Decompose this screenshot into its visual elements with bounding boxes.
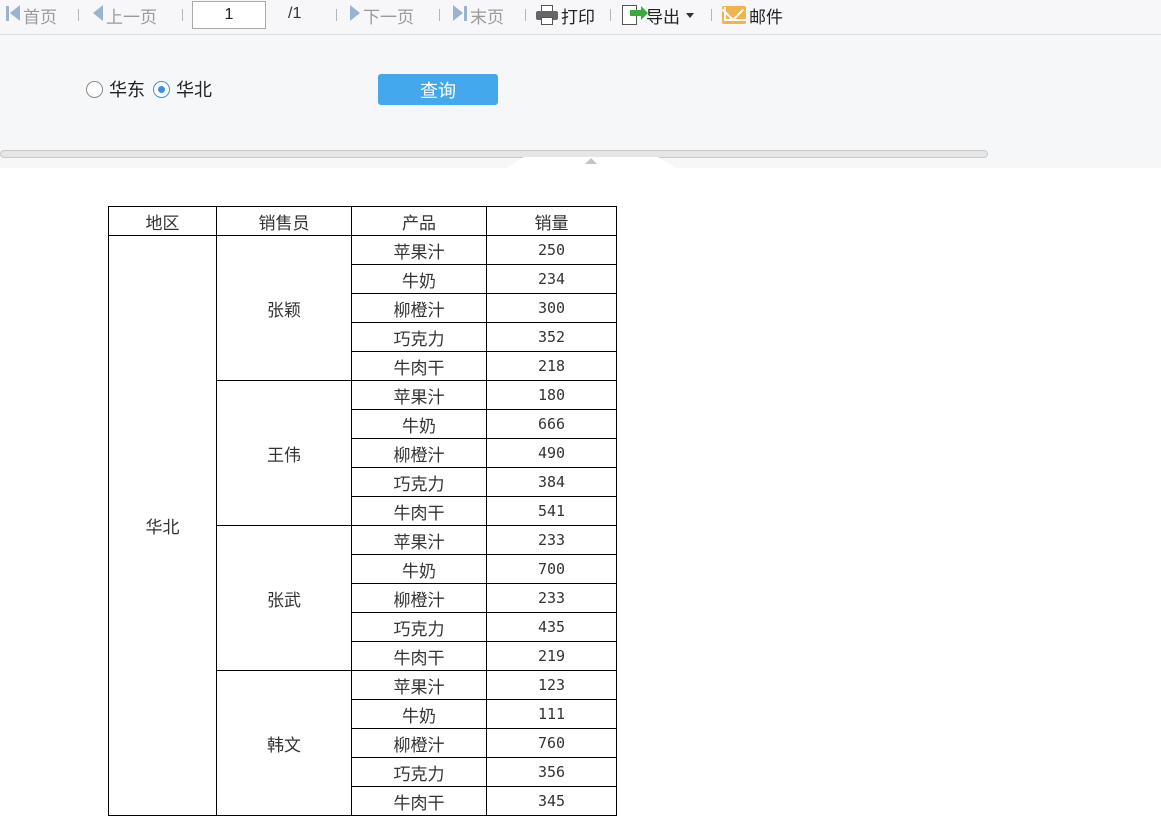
column-header: 产品 [351, 206, 487, 236]
mail-button[interactable]: 邮件 [721, 0, 783, 28]
product-cell: 苹果汁 [351, 380, 487, 410]
quantity-cell: 180 [486, 380, 617, 410]
last-page-label: 末页 [470, 7, 504, 28]
last-page-icon [453, 4, 467, 26]
chevron-down-icon [686, 12, 694, 18]
mail-icon [721, 0, 746, 24]
product-cell: 牛奶 [351, 554, 487, 584]
export-button[interactable]: 导出 [621, 4, 694, 28]
first-page-button[interactable]: 首页 [6, 4, 57, 28]
column-header: 销售员 [216, 206, 352, 236]
table-header-row: 地区 销售员 产品 销量 [108, 206, 617, 236]
quantity-cell: 233 [486, 583, 617, 613]
quantity-cell: 345 [486, 786, 617, 816]
quantity-cell: 250 [486, 235, 617, 265]
sales-report-table: 地区 销售员 产品 销量 华北 张颖 苹果汁 250 牛奶 234 柳橙汁 300 巧克力 352… [108, 206, 617, 816]
region-option-label[interactable]: 华北 [176, 76, 212, 102]
page-total-label: /1 [288, 5, 302, 22]
product-cell: 柳橙汁 [351, 728, 487, 758]
toolbar-separator [182, 9, 183, 21]
quantity-cell: 123 [486, 670, 617, 700]
collapse-panel-handle[interactable] [506, 157, 676, 168]
toolbar-separator [78, 9, 79, 21]
product-cell: 牛奶 [351, 409, 487, 439]
quantity-cell: 384 [486, 467, 617, 497]
quantity-cell: 760 [486, 728, 617, 758]
salesperson-cell: 韩文 [216, 670, 352, 816]
first-page-icon [6, 4, 20, 26]
quantity-cell: 435 [486, 612, 617, 642]
quantity-cell: 352 [486, 322, 617, 352]
toolbar-separator [439, 9, 440, 21]
product-cell: 牛奶 [351, 264, 487, 294]
quantity-cell: 666 [486, 409, 617, 439]
product-cell: 巧克力 [351, 467, 487, 497]
quantity-cell: 233 [486, 525, 617, 555]
quantity-cell: 490 [486, 438, 617, 468]
column-header: 销量 [486, 206, 617, 236]
printer-icon [536, 5, 558, 25]
panel-splitter[interactable] [0, 150, 988, 158]
export-icon [621, 4, 648, 26]
product-cell: 牛奶 [351, 699, 487, 729]
column-header: 地区 [108, 206, 217, 236]
mail-label: 邮件 [749, 7, 783, 28]
product-cell: 苹果汁 [351, 670, 487, 700]
quantity-cell: 111 [486, 699, 617, 729]
region-radio-north[interactable] [153, 80, 170, 98]
product-cell: 苹果汁 [351, 235, 487, 265]
print-button[interactable]: 打印 [536, 4, 595, 28]
last-page-button[interactable]: 末页 [453, 4, 504, 28]
product-cell: 柳橙汁 [351, 438, 487, 468]
region-radio-east[interactable] [86, 80, 103, 98]
product-cell: 牛肉干 [351, 786, 487, 816]
query-button[interactable]: 查询 [378, 74, 498, 105]
toolbar-separator [525, 9, 526, 21]
quantity-cell: 300 [486, 293, 617, 323]
salesperson-cell: 张武 [216, 525, 352, 671]
quantity-cell: 700 [486, 554, 617, 584]
product-cell: 苹果汁 [351, 525, 487, 555]
report-toolbar: 首页 上一页 /1 下一页 末页 打印 导出 邮件 [0, 0, 1161, 35]
export-label: 导出 [646, 7, 680, 28]
product-cell: 巧克力 [351, 322, 487, 352]
next-page-label: 下一页 [363, 7, 414, 28]
parameter-panel: 华东 华北 查询 [0, 35, 1161, 168]
prev-page-label: 上一页 [106, 7, 157, 28]
print-label: 打印 [561, 7, 595, 28]
prev-page-icon [93, 4, 103, 26]
quantity-cell: 219 [486, 641, 617, 671]
quantity-cell: 356 [486, 757, 617, 787]
product-cell: 柳橙汁 [351, 293, 487, 323]
toolbar-separator [711, 9, 712, 21]
table-row: 华北 张颖 苹果汁 250 [108, 235, 617, 816]
toolbar-separator [336, 9, 337, 21]
prev-page-button[interactable]: 上一页 [93, 4, 157, 28]
salesperson-cell: 张颖 [216, 235, 352, 381]
first-page-label: 首页 [23, 7, 57, 28]
region-cell: 华北 [108, 235, 217, 816]
product-cell: 牛肉干 [351, 641, 487, 671]
page-number-input[interactable] [192, 1, 266, 29]
product-cell: 柳橙汁 [351, 583, 487, 613]
product-cell: 巧克力 [351, 612, 487, 642]
region-radio-group: 华东 华北 [86, 76, 220, 102]
quantity-cell: 218 [486, 351, 617, 381]
product-cell: 牛肉干 [351, 351, 487, 381]
salesperson-cell: 王伟 [216, 380, 352, 526]
product-cell: 巧克力 [351, 757, 487, 787]
product-cell: 牛肉干 [351, 496, 487, 526]
next-page-button[interactable]: 下一页 [350, 4, 414, 28]
quantity-cell: 541 [486, 496, 617, 526]
collapse-up-icon [585, 158, 597, 164]
region-option-label[interactable]: 华东 [109, 76, 145, 102]
quantity-cell: 234 [486, 264, 617, 294]
toolbar-separator [610, 9, 611, 21]
next-page-icon [350, 4, 360, 26]
